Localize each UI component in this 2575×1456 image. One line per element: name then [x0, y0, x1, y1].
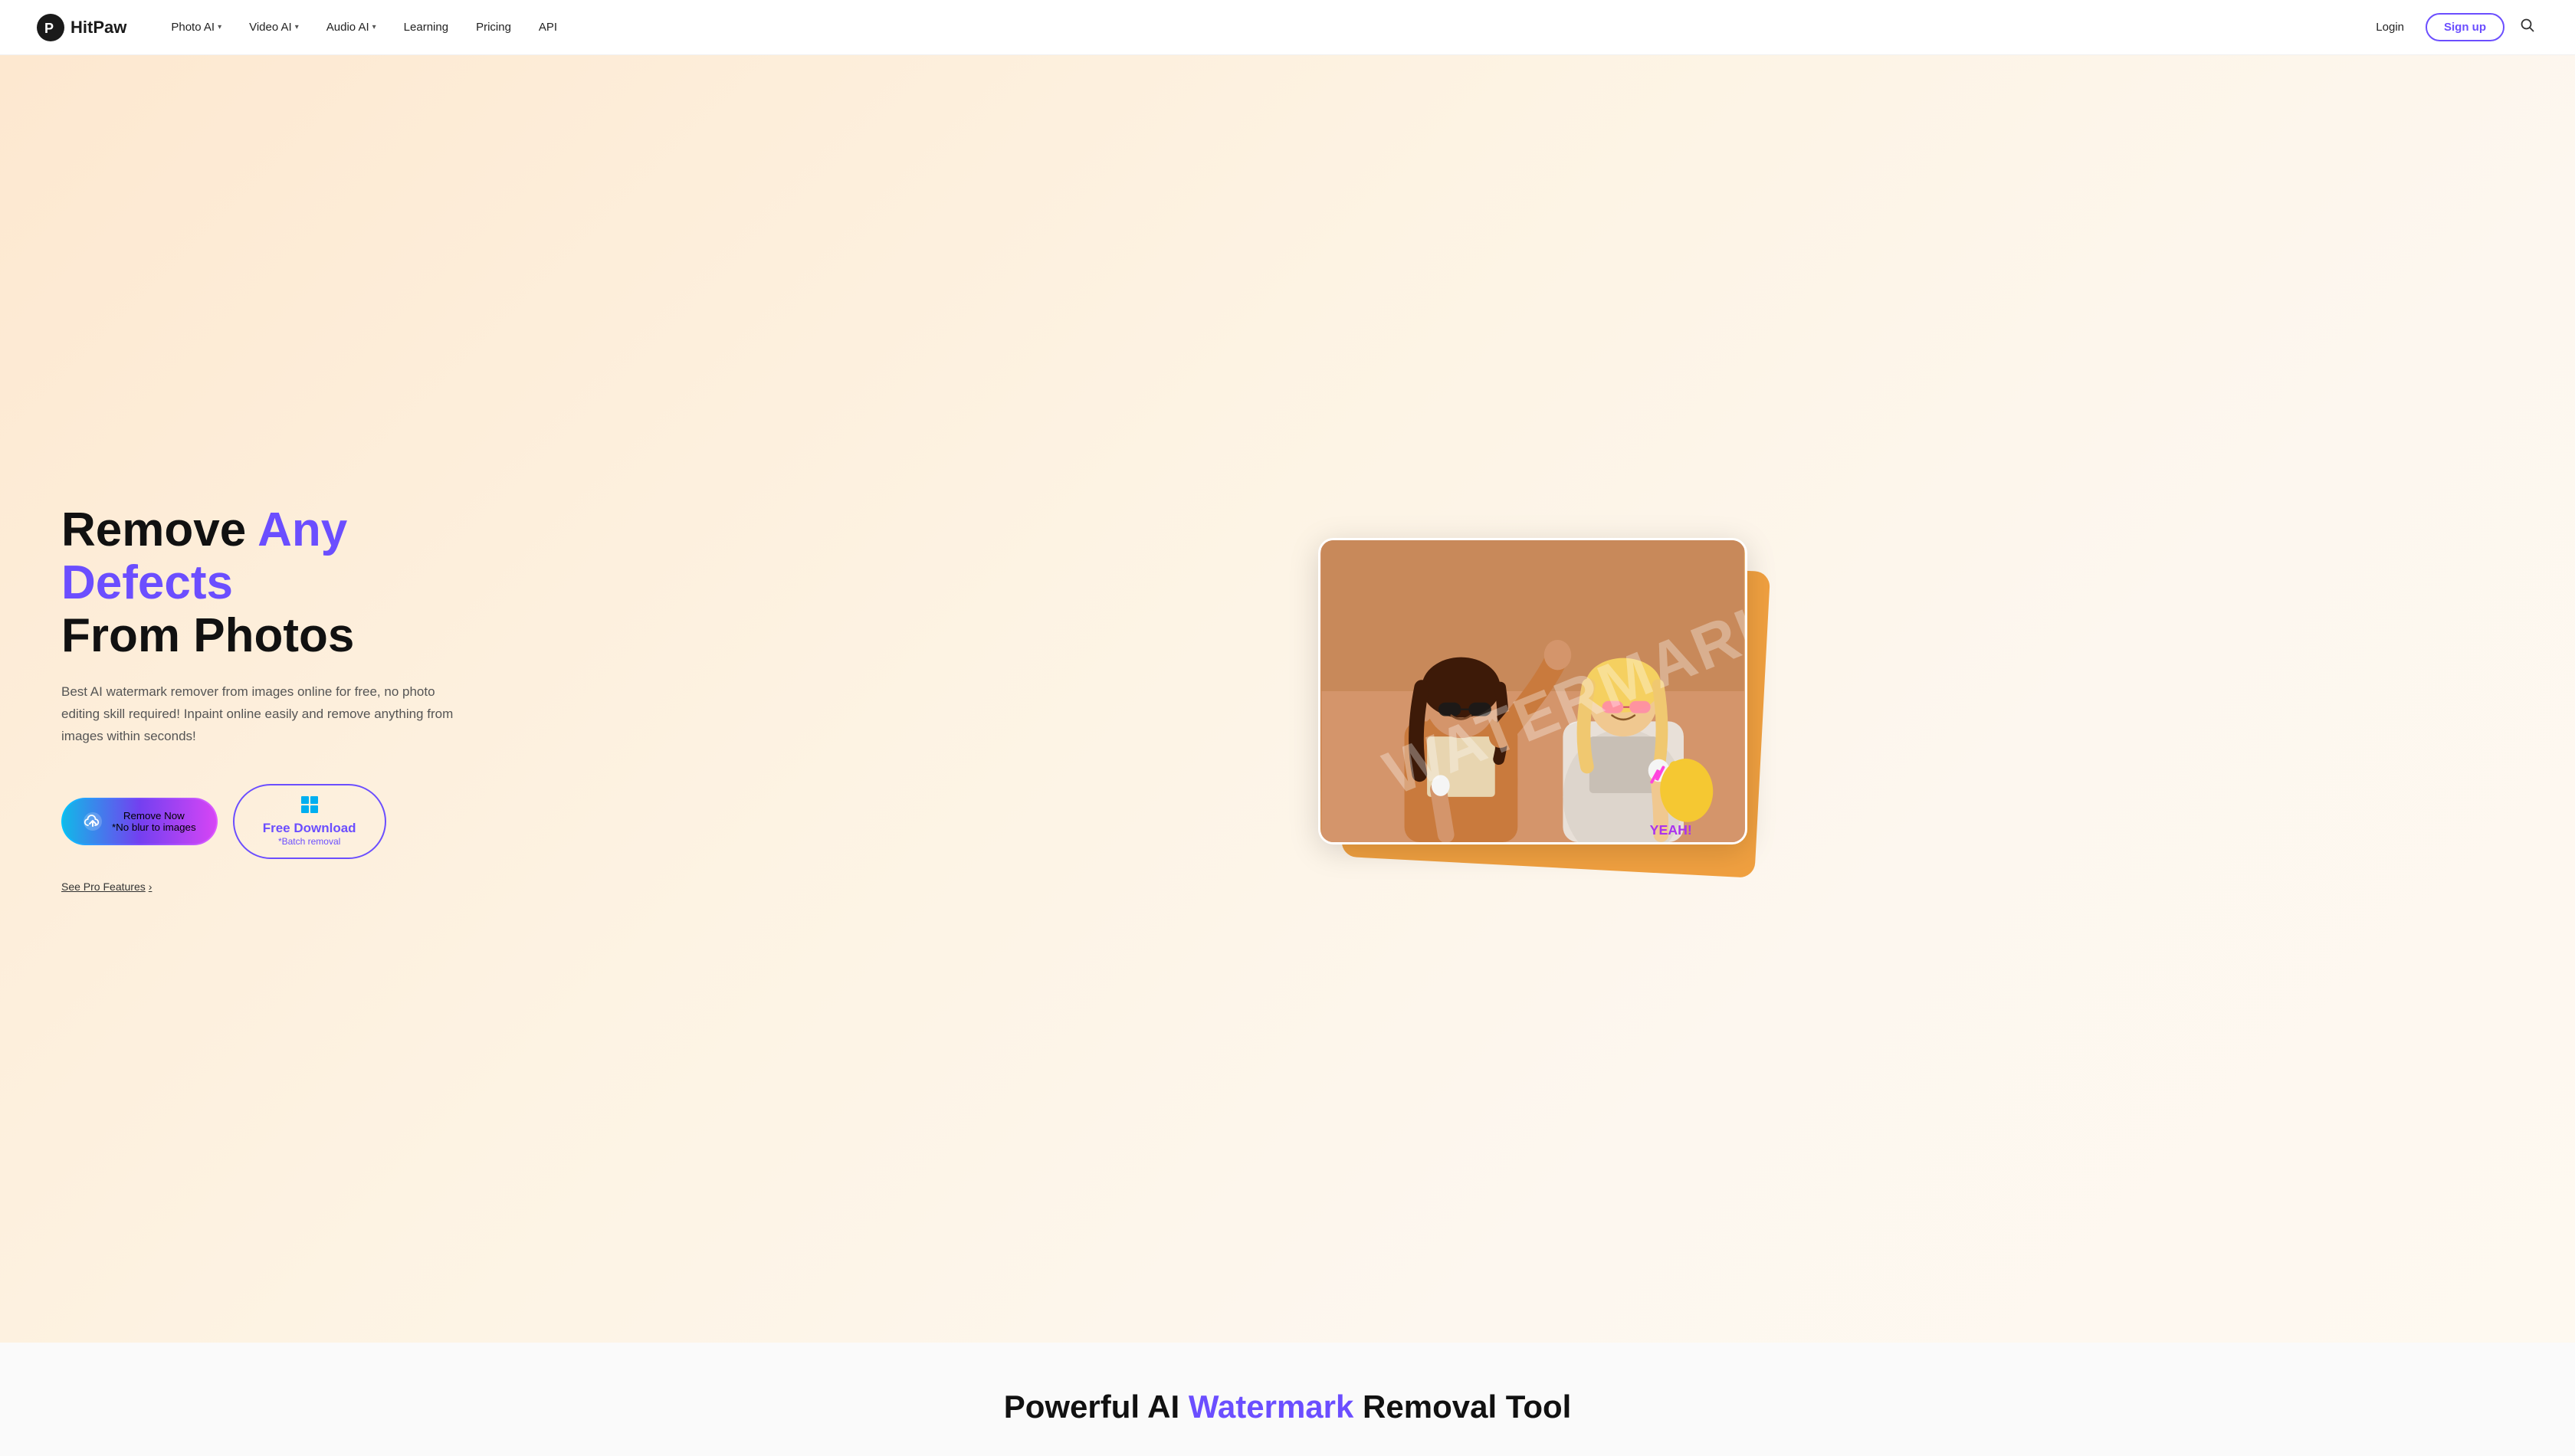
logo[interactable]: P HitPaw — [37, 14, 126, 41]
windows-icon — [301, 796, 318, 813]
chevron-down-icon: ▾ — [295, 23, 299, 31]
image-placeholder: P HitPaw — [1320, 540, 1745, 842]
nav-api[interactable]: API — [525, 15, 571, 40]
upload-cloud-icon — [83, 812, 103, 831]
search-icon — [2520, 18, 2535, 33]
nav-links: Photo AI ▾ Video AI ▾ Audio AI ▾ Learnin… — [157, 15, 2367, 40]
nav-learning[interactable]: Learning — [390, 15, 462, 40]
search-button[interactable] — [2517, 15, 2538, 40]
login-button[interactable]: Login — [2367, 15, 2413, 40]
nav-right: Login Sign up — [2367, 13, 2538, 41]
hero-right: P HitPaw — [567, 507, 2514, 890]
hero-left: Remove Any Defects From Photos Best AI w… — [61, 503, 521, 895]
svg-text:YEAH!: YEAH! — [1650, 822, 1692, 838]
image-main-card: P HitPaw — [1318, 538, 1747, 844]
remove-now-button[interactable]: Remove Now *No blur to images — [63, 799, 216, 844]
svg-text:P: P — [44, 21, 54, 36]
hero-buttons: Remove Now *No blur to images Free Downl… — [61, 784, 521, 859]
navbar: P HitPaw Photo AI ▾ Video AI ▾ Audio AI … — [0, 0, 2575, 55]
hero-subtitle: Best AI watermark remover from images on… — [61, 681, 460, 748]
nav-photo-ai[interactable]: Photo AI ▾ — [157, 15, 235, 40]
download-text: Free Download *Batch removal — [263, 821, 356, 847]
hero-image-stack: P HitPaw — [1318, 530, 1763, 867]
people-illustration: YEAH! WATERMARK — [1320, 540, 1745, 842]
hero-section: Remove Any Defects From Photos Best AI w… — [0, 55, 2575, 1343]
chevron-down-icon: ▾ — [372, 23, 376, 31]
bottom-section: Powerful AI Watermark Removal Tool — [0, 1343, 2575, 1456]
signup-button[interactable]: Sign up — [2426, 13, 2504, 41]
see-pro-features-link[interactable]: See Pro Features › — [61, 880, 152, 893]
chevron-down-icon: ▾ — [218, 23, 221, 31]
remove-now-wrapper: Remove Now *No blur to images — [61, 798, 218, 845]
free-download-button[interactable]: Free Download *Batch removal — [233, 784, 386, 859]
nav-audio-ai[interactable]: Audio AI ▾ — [313, 15, 390, 40]
remove-now-text: Remove Now *No blur to images — [112, 810, 196, 833]
brand-name: HitPaw — [71, 18, 126, 38]
nav-pricing[interactable]: Pricing — [462, 15, 525, 40]
nav-video-ai[interactable]: Video AI ▾ — [235, 15, 313, 40]
bottom-title: Powerful AI Watermark Removal Tool — [61, 1389, 2514, 1425]
hero-title: Remove Any Defects From Photos — [61, 503, 521, 663]
